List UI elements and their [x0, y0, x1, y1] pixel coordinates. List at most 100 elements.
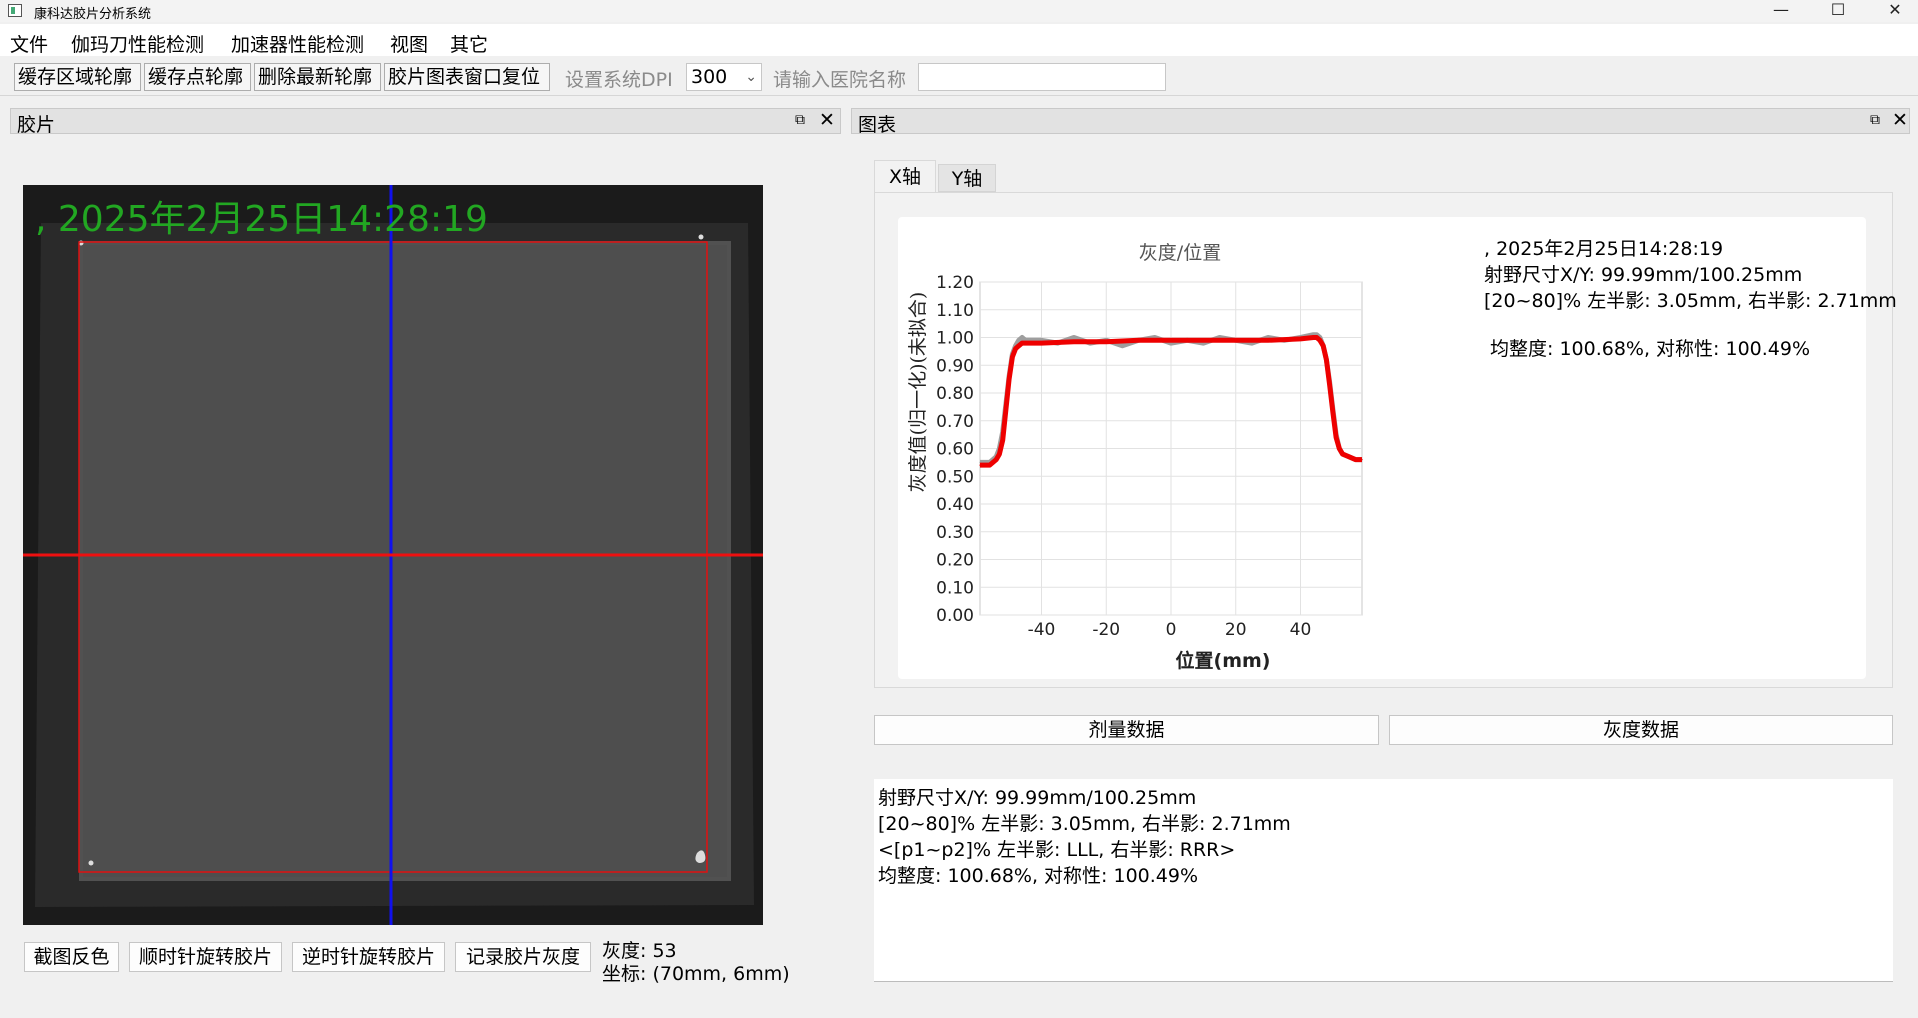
coordinate-label: 坐标: (70mm, 6mm) — [602, 963, 790, 985]
data-point — [1073, 341, 1075, 343]
menu-file[interactable]: 文件 — [10, 30, 48, 57]
y-tick-label: 0.40 — [936, 495, 974, 515]
chart-info-flatness-symmetry: 均整度: 100.68%, 对称性: 100.49% — [1490, 338, 1811, 360]
x-tick-label: 20 — [1225, 620, 1247, 640]
y-tick-label: 0.90 — [936, 356, 974, 376]
record-film-gray-button[interactable]: 记录胶片灰度 — [455, 942, 591, 972]
dpi-value: 300 — [691, 66, 728, 88]
rotate-counterclockwise-button[interactable]: 逆时针旋转胶片 — [292, 942, 445, 972]
y-tick-label: 0.50 — [936, 467, 974, 487]
hospital-name-input[interactable] — [918, 63, 1166, 91]
data-point — [1002, 439, 1004, 441]
y-tick-label: 0.80 — [936, 384, 974, 404]
menu-accelerator[interactable]: 加速器性能检测 — [231, 30, 364, 57]
data-point — [1040, 342, 1043, 344]
close-icon[interactable]: ✕ — [1892, 109, 1908, 131]
data-point — [1299, 338, 1302, 340]
data-point — [1322, 345, 1324, 347]
data-point — [1335, 436, 1337, 438]
window-title: 康科达胶片分析系统 — [34, 7, 152, 22]
data-point — [1235, 339, 1237, 341]
data-point — [1170, 339, 1172, 341]
results-text-area[interactable]: 射野尺寸X/Y: 99.99mm/100.25mm [20~80]% 左半影: … — [874, 779, 1893, 982]
result-flatness-symmetry: 均整度: 100.68%, 对称性: 100.49% — [878, 865, 1199, 887]
chart-dock-title: 图表 — [858, 114, 897, 136]
chart-info-field-size: 射野尺寸X/Y: 99.99mm/100.25mm — [1484, 264, 1803, 286]
close-icon[interactable]: ✕ — [819, 109, 835, 131]
dpi-select[interactable]: 300 ⌄ — [686, 63, 762, 91]
result-penumbra: [20~80]% 左半影: 3.05mm, 右半影: 2.71mm — [878, 813, 1291, 835]
result-custom-penumbra: <[p1~p2]% 左半影: LLL, 右半影: RRR> — [878, 839, 1236, 861]
data-point — [998, 453, 1000, 455]
y-tick-label: 0.60 — [936, 440, 974, 460]
data-point — [1338, 447, 1340, 450]
menu-other[interactable]: 其它 — [450, 30, 488, 57]
data-point — [1121, 345, 1123, 347]
data-point — [1105, 341, 1107, 343]
film-timestamp: , 2025年2月25日14:28:19 — [35, 199, 488, 240]
reset-film-chart-window-button[interactable]: 胶片图表窗口复位 — [384, 63, 550, 91]
cache-region-contour-button[interactable]: 缓存区域轮廓 — [14, 63, 141, 91]
close-window-button[interactable]: ✕ — [1872, 0, 1918, 22]
float-icon[interactable]: ⧉ — [795, 112, 805, 128]
y-tick-label: 1.20 — [936, 273, 974, 293]
dpi-label: 设置系统DPI — [565, 69, 673, 91]
data-point — [1138, 339, 1140, 341]
data-point — [1021, 336, 1023, 339]
data-point — [1342, 453, 1344, 455]
data-point — [1354, 459, 1357, 461]
menu-view[interactable]: 视图 — [390, 30, 428, 57]
invert-screenshot-button[interactable]: 截图反色 — [24, 942, 119, 972]
data-point — [1329, 384, 1331, 386]
x-tick-label: -40 — [1028, 620, 1056, 640]
gray-data-button[interactable]: 灰度数据 — [1389, 715, 1893, 745]
chart-card: 灰度/位置 位置(mm) 灰度值(归一化)(未拟合) 0.00 0.10 0.20 0… — [898, 217, 1897, 679]
x-tick-label: -20 — [1092, 620, 1120, 640]
data-point — [1005, 409, 1007, 411]
float-icon[interactable]: ⧉ — [1870, 112, 1880, 128]
y-tick-label: 0.70 — [936, 412, 974, 432]
minimize-button[interactable]: — — [1758, 0, 1804, 22]
menu-bar: 文件 伽玛刀性能检测 加速器性能检测 视图 其它 — [0, 24, 1918, 56]
chart-dock-header: 图表 ⧉ ✕ — [851, 108, 1910, 136]
data-point — [1073, 336, 1075, 339]
film-image[interactable]: , 2025年2月25日14:28:19 — [23, 185, 763, 925]
data-point — [995, 459, 997, 461]
data-point — [1361, 459, 1363, 461]
app-icon — [8, 4, 22, 17]
chart-info-penumbra: [20~80]% 左半影: 3.05mm, 右半影: 2.71mm — [1484, 290, 1897, 312]
data-point — [1312, 336, 1314, 339]
cache-point-contour-button[interactable]: 缓存点轮廓 — [144, 63, 251, 91]
rotate-clockwise-button[interactable]: 顺时针旋转胶片 — [129, 942, 282, 972]
y-tick-label: 0.00 — [936, 606, 974, 626]
data-point — [1008, 378, 1010, 380]
y-tick-label: 1.10 — [936, 301, 974, 321]
maximize-button[interactable]: ☐ — [1815, 0, 1861, 22]
menu-gamma-knife[interactable]: 伽玛刀性能检测 — [71, 30, 204, 57]
data-point — [1018, 345, 1020, 347]
x-tick-label: 0 — [1166, 620, 1177, 640]
tab-y-axis[interactable]: Y轴 — [938, 164, 996, 192]
film-dock-title: 胶片 — [17, 114, 56, 136]
data-point — [1011, 356, 1013, 358]
data-point — [1202, 339, 1204, 341]
y-axis-label: 灰度值(归一化)(未拟合) — [907, 292, 929, 493]
y-tick-label: 0.10 — [936, 578, 974, 598]
film-canvas — [23, 185, 763, 925]
data-point — [1325, 359, 1327, 361]
data-point — [1348, 456, 1350, 458]
data-point — [1267, 339, 1269, 341]
film-dock-header: 胶片 ⧉ ✕ — [10, 108, 841, 136]
y-tick-label: 0.30 — [936, 523, 974, 543]
toolbar: 缓存区域轮廓 缓存点轮廓 删除最新轮廓 胶片图表窗口复位 设置系统DPI 300… — [0, 57, 1918, 96]
chart-info-timestamp: , 2025年2月25日14:28:19 — [1484, 238, 1724, 260]
tab-x-axis[interactable]: X轴 — [874, 160, 936, 192]
data-point — [1332, 411, 1334, 413]
data-point — [1015, 348, 1017, 350]
y-tick-label: 0.20 — [936, 551, 974, 571]
data-point — [1024, 342, 1026, 344]
delete-latest-contour-button[interactable]: 删除最新轮廓 — [254, 63, 381, 91]
data-point — [1018, 339, 1020, 341]
data-point — [1021, 342, 1023, 344]
dose-data-button[interactable]: 剂量数据 — [874, 715, 1379, 745]
